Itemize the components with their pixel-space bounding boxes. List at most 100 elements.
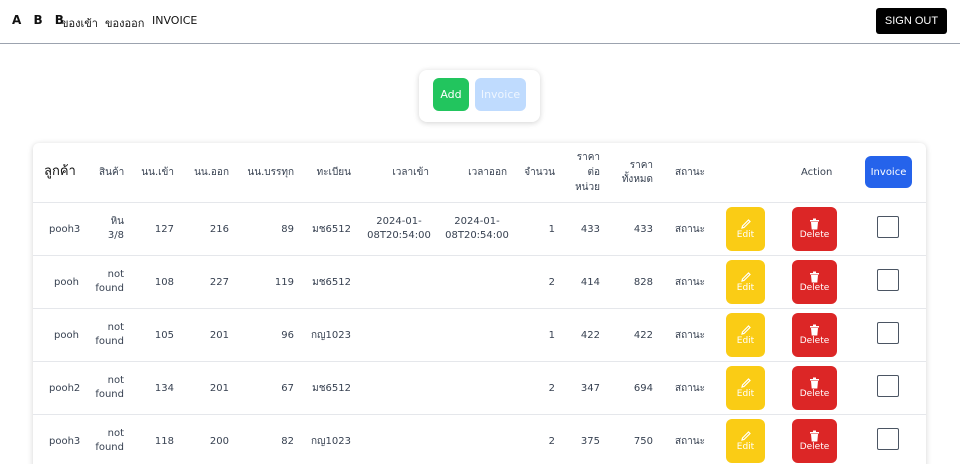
cell-status: สถานะ bbox=[675, 224, 705, 235]
edit-button[interactable]: Edit bbox=[726, 419, 765, 463]
cell-customer: pooh bbox=[54, 330, 79, 341]
cell-qty: 1 bbox=[548, 224, 555, 235]
pencil-icon bbox=[740, 272, 751, 282]
add-button[interactable]: Add bbox=[433, 78, 469, 111]
pencil-icon bbox=[740, 219, 751, 229]
header-action: Action bbox=[801, 167, 833, 178]
edit-label: Edit bbox=[736, 336, 755, 346]
edit-button[interactable]: Edit bbox=[726, 366, 765, 410]
cell-total: 422 bbox=[633, 330, 653, 341]
cell-product: not bbox=[107, 322, 124, 333]
cell-status: สถานะ bbox=[675, 330, 705, 341]
cell-weight-out: 200 bbox=[209, 436, 229, 447]
row-divider bbox=[33, 361, 926, 362]
edit-button[interactable]: Edit bbox=[726, 207, 765, 251]
cell-product-line2: found bbox=[95, 442, 124, 453]
cell-qty: 1 bbox=[548, 330, 555, 341]
cell-plate: มช6512 bbox=[312, 224, 351, 235]
cell-weight-out: 201 bbox=[209, 383, 229, 394]
delete-button[interactable]: Delete bbox=[792, 260, 837, 304]
cell-customer: pooh bbox=[54, 277, 79, 288]
cell-unit-price: 375 bbox=[580, 436, 600, 447]
header-unit-price-3: หน่วย bbox=[575, 182, 600, 193]
brand-logo[interactable]: A B B bbox=[12, 13, 68, 27]
header-unit-price-2: ต่อ bbox=[587, 167, 601, 178]
invoice-button-disabled[interactable]: Invoice bbox=[475, 78, 526, 111]
cell-product: not bbox=[107, 375, 124, 386]
header-total-1: ราคา bbox=[629, 160, 653, 171]
edit-button[interactable]: Edit bbox=[726, 260, 765, 304]
nav-link-invoice[interactable]: INVOICE bbox=[152, 14, 197, 27]
cell-total: 433 bbox=[633, 224, 653, 235]
row-checkbox[interactable] bbox=[877, 375, 899, 397]
cell-qty: 2 bbox=[548, 436, 555, 447]
cell-qty: 2 bbox=[548, 277, 555, 288]
cell-time-in: 2024-01- bbox=[376, 216, 422, 227]
cell-weight-load: 67 bbox=[281, 383, 294, 394]
cell-product-line2: 3/8 bbox=[107, 230, 124, 241]
cell-weight-load: 89 bbox=[281, 224, 294, 235]
edit-button[interactable]: Edit bbox=[726, 313, 765, 357]
cell-product: not bbox=[107, 428, 124, 439]
delete-button[interactable]: Delete bbox=[792, 366, 837, 410]
cell-plate: กญ1023 bbox=[310, 436, 351, 447]
row-checkbox[interactable] bbox=[877, 216, 899, 238]
cell-product-line2: found bbox=[95, 336, 124, 347]
edit-label: Edit bbox=[736, 389, 755, 399]
trash-icon bbox=[810, 271, 819, 283]
header-status: สถานะ bbox=[675, 167, 705, 178]
cell-product: หิน bbox=[110, 216, 124, 227]
nav-link-outgoing[interactable]: ของออก bbox=[105, 14, 144, 32]
row-checkbox[interactable] bbox=[877, 322, 899, 344]
cell-weight-out: 227 bbox=[209, 277, 229, 288]
cell-total: 750 bbox=[633, 436, 653, 447]
delete-label: Delete bbox=[799, 283, 830, 293]
cell-weight-in: 118 bbox=[154, 436, 174, 447]
row-divider bbox=[33, 202, 926, 203]
header-total-2: ทั้งหมด bbox=[621, 174, 653, 185]
header-time-out: เวลาออก bbox=[468, 167, 507, 178]
row-divider bbox=[33, 308, 926, 309]
cell-weight-out: 201 bbox=[209, 330, 229, 341]
edit-label: Edit bbox=[736, 442, 755, 452]
cell-total: 694 bbox=[633, 383, 653, 394]
cell-weight-in: 108 bbox=[154, 277, 174, 288]
row-checkbox[interactable] bbox=[877, 269, 899, 291]
cell-weight-load: 96 bbox=[281, 330, 294, 341]
invoice-button[interactable]: Invoice bbox=[865, 156, 912, 188]
nav-link-incoming[interactable]: ของเข้า bbox=[61, 14, 98, 32]
header-weight-out: นน.ออก bbox=[194, 167, 229, 178]
cell-weight-out: 216 bbox=[209, 224, 229, 235]
delete-label: Delete bbox=[799, 389, 830, 399]
cell-total: 828 bbox=[633, 277, 653, 288]
cell-status: สถานะ bbox=[675, 277, 705, 288]
cell-qty: 2 bbox=[548, 383, 555, 394]
pencil-icon bbox=[740, 378, 751, 388]
header-customer: ลูกค้า bbox=[44, 164, 76, 179]
cell-plate: กญ1023 bbox=[310, 330, 351, 341]
cell-weight-load: 82 bbox=[281, 436, 294, 447]
delete-button[interactable]: Delete bbox=[792, 419, 837, 463]
cell-customer: pooh3 bbox=[49, 224, 81, 235]
cell-plate: มช6512 bbox=[312, 383, 351, 394]
cell-unit-price: 422 bbox=[580, 330, 600, 341]
cell-weight-load: 119 bbox=[274, 277, 294, 288]
cell-weight-in: 134 bbox=[154, 383, 174, 394]
cell-time-out-line2: 08T20:54:00 bbox=[445, 230, 509, 241]
delete-label: Delete bbox=[799, 230, 830, 240]
delete-button[interactable]: Delete bbox=[792, 313, 837, 357]
cell-weight-in: 105 bbox=[154, 330, 174, 341]
header-weight-in: นน.เข้า bbox=[141, 167, 174, 178]
cell-unit-price: 433 bbox=[580, 224, 600, 235]
trash-icon bbox=[810, 324, 819, 336]
header-qty: จำนวน bbox=[524, 167, 555, 178]
cell-customer: pooh2 bbox=[49, 383, 81, 394]
row-divider bbox=[33, 255, 926, 256]
cell-customer: pooh3 bbox=[49, 436, 81, 447]
navbar: A B B ของเข้า ของออก INVOICE SIGN OUT bbox=[0, 0, 960, 44]
cell-product: not bbox=[107, 269, 124, 280]
row-checkbox[interactable] bbox=[877, 428, 899, 450]
sign-out-button[interactable]: SIGN OUT bbox=[876, 8, 947, 34]
delete-button[interactable]: Delete bbox=[792, 207, 837, 251]
delete-label: Delete bbox=[799, 442, 830, 452]
